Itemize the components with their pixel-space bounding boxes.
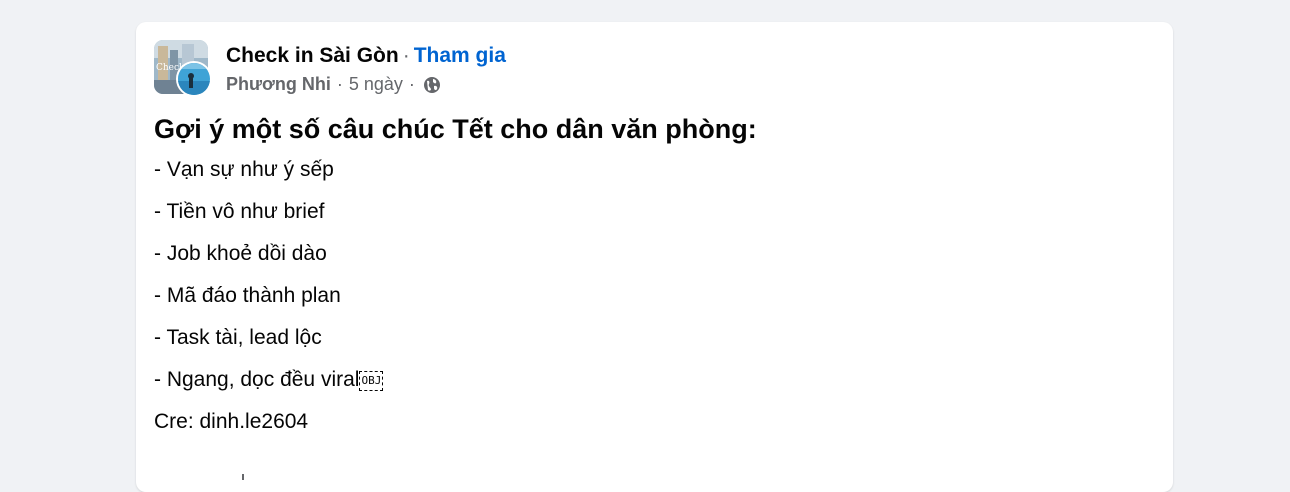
post-card: Check in Check in Sài Gòn · Tham gia Phươn… [136, 22, 1173, 492]
cutoff-mark [242, 474, 244, 480]
object-replacement-char: OBJ [359, 371, 384, 391]
group-line: Check in Sài Gòn · Tham gia [226, 41, 506, 71]
globe-icon[interactable] [423, 75, 441, 93]
author-line: Phương Nhi · 5 ngày · [226, 71, 506, 97]
post-title: Gợi ý một số câu chúc Tết cho dân văn ph… [154, 114, 757, 144]
list-item-with-object: - Ngang, dọc đều viral OBJ [154, 366, 1144, 394]
list-item: - Mã đáo thành plan [154, 284, 341, 307]
post-content: Gợi ý một số câu chúc Tết cho dân văn ph… [154, 110, 1144, 450]
list-item: - Task tài, lead lộc [154, 326, 322, 349]
list-item: - Job khoẻ dồi dào [154, 242, 327, 265]
list-item: - Tiền vô như brief [154, 200, 325, 223]
group-name-link[interactable]: Check in Sài Gòn [226, 44, 399, 67]
list-item: - Vạn sự như ý sếp [154, 158, 334, 181]
meta-separator: · [336, 74, 343, 94]
list-item-text: - Ngang, dọc đều viral [154, 368, 360, 391]
post-time-link[interactable]: 5 ngày [349, 71, 403, 97]
author-name-link[interactable]: Phương Nhi [226, 71, 331, 97]
post-header: Check in Check in Sài Gòn · Tham gia Phươn… [154, 40, 1054, 100]
avatar-group[interactable]: Check in [154, 40, 214, 100]
post-credit: Cre: dinh.le2604 [154, 410, 309, 433]
join-group-button[interactable]: Tham gia [414, 44, 506, 67]
header-separator: · [402, 44, 410, 67]
meta-separator-2: · [408, 74, 415, 94]
post-meta: Check in Sài Gòn · Tham gia Phương Nhi · 5… [226, 41, 506, 97]
user-avatar[interactable] [176, 61, 212, 97]
